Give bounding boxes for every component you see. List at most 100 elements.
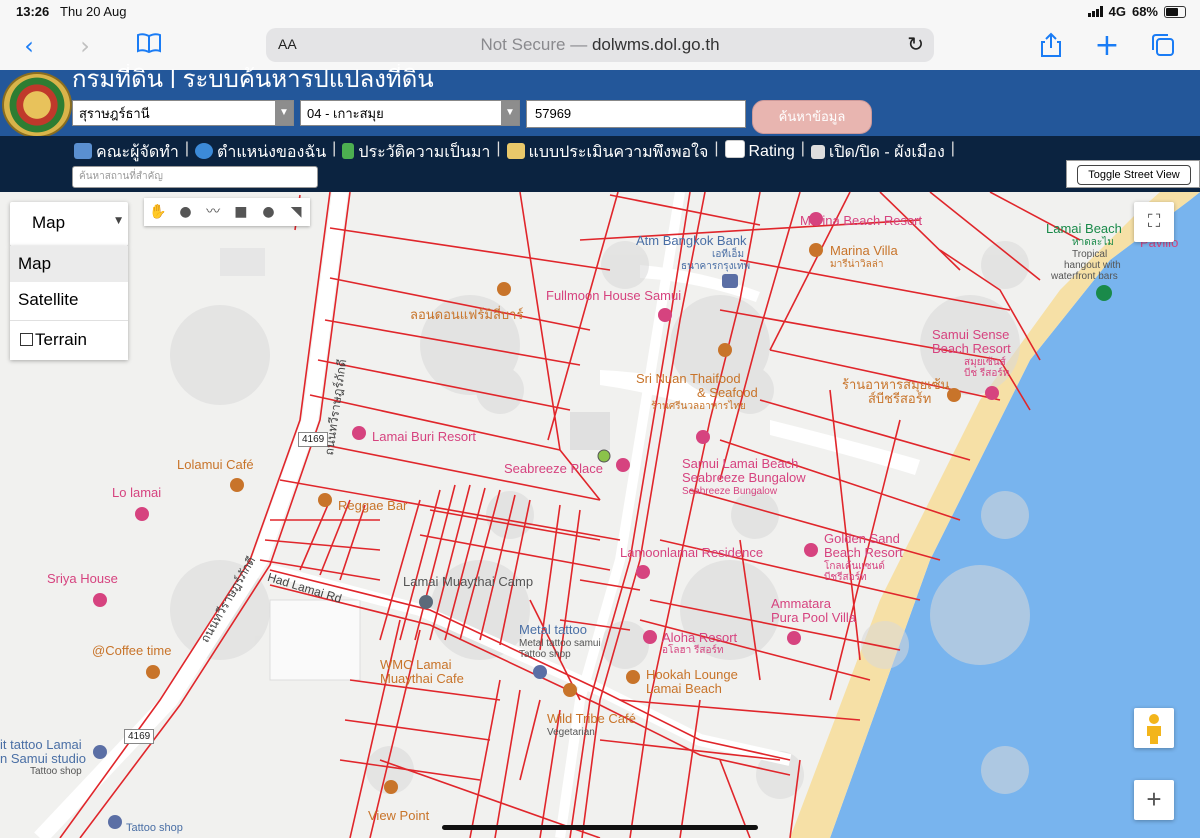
poi-lamoonlamai[interactable]: Lamoonlamai Residence bbox=[620, 546, 763, 560]
poi-marina-villa[interactable]: Marina Villa bbox=[830, 244, 898, 258]
poi-aloha[interactable]: Aloha Resort bbox=[662, 631, 737, 645]
caret-down-icon: ▼ bbox=[115, 216, 122, 226]
home-indicator bbox=[442, 825, 758, 830]
poi-golden-sand-th1: โกลเด้นแซนด์ bbox=[824, 561, 885, 572]
poi-samui-lamai-3: Seabreeze Bungalow bbox=[682, 486, 778, 497]
poi-golden-sand-2: Beach Resort bbox=[824, 545, 903, 560]
search-button[interactable]: ค้นหาข้อมูล bbox=[752, 100, 872, 134]
place-search-input[interactable]: ค้นหาสถานที่สำคัญ bbox=[72, 166, 318, 188]
poi-lo-lamai[interactable]: Lo lamai bbox=[112, 486, 161, 500]
poi-samui-sense-th1: สมุยเซ้นส์ bbox=[964, 357, 1006, 368]
poi-view-point[interactable]: View Point bbox=[368, 809, 429, 823]
reload-icon[interactable]: ↻ bbox=[907, 32, 924, 56]
status-bar: 13:26 Thu 20 Aug 4G 68% bbox=[0, 0, 1200, 24]
terrain-checkbox-icon[interactable] bbox=[20, 333, 33, 346]
poi-wild-tribe[interactable]: Wild Tribe Café bbox=[547, 712, 636, 726]
poi-tattoo-lamai-2: n Samui studio bbox=[0, 751, 86, 766]
poi-samui-sense-restaurant-th2: ส์บีชรีสอร์ท bbox=[868, 391, 932, 406]
poi-sri-nuan-th: ร้านศรีนวลอาหารไทย bbox=[651, 401, 746, 412]
nav-label: แบบประเมินความพึงพอใจ bbox=[528, 144, 709, 161]
poi-marina-villa-th: มารีน่าวิลล่า bbox=[830, 259, 884, 270]
province-select[interactable]: สุราษฎร์ธานี ▼ bbox=[72, 100, 294, 126]
marker-icon[interactable]: ● bbox=[172, 198, 200, 226]
poi-reggae-bar[interactable]: Reggae Bar bbox=[338, 499, 407, 513]
map-type-option-terrain[interactable]: Terrain bbox=[10, 322, 128, 358]
forward-icon[interactable]: › bbox=[70, 32, 100, 60]
poi-coffee-time[interactable]: @Coffee time bbox=[92, 644, 171, 658]
poi-tattoo-lamai-3: Tattoo shop bbox=[30, 766, 82, 777]
checkbox-icon[interactable] bbox=[810, 145, 825, 159]
hand-icon[interactable]: ✋ bbox=[144, 198, 172, 226]
map-type-menu: Map Satellite Terrain bbox=[10, 246, 128, 360]
back-icon[interactable]: ‹ bbox=[14, 32, 44, 60]
address-bar[interactable]: AA Not Secure — dolwms.dol.go.th ↻ bbox=[266, 28, 934, 62]
poi-golden-sand-1[interactable]: Golden Sand bbox=[824, 532, 900, 546]
survey-icon bbox=[506, 143, 525, 159]
circle-icon[interactable]: ● bbox=[255, 198, 283, 226]
poi-hookah-1[interactable]: Hookah Lounge bbox=[646, 668, 738, 682]
polygon-icon[interactable]: ◥ bbox=[282, 198, 310, 226]
map-canvas[interactable]: Marina Beach Resort Marina Villa มารีน่า… bbox=[0, 192, 1200, 838]
district-select[interactable]: 04 - เกาะสมุย ▼ bbox=[300, 100, 520, 126]
poi-lamai-beach-desc2: hangout with bbox=[1064, 260, 1121, 271]
globe-icon bbox=[194, 143, 213, 159]
new-tab-icon[interactable]: + bbox=[1092, 31, 1122, 61]
poi-atm[interactable]: Atm Bangkok Bank bbox=[636, 234, 747, 248]
nav-label: ประวัติความเป็นมา bbox=[358, 144, 491, 161]
poi-ammatara-2: Pura Pool Villa bbox=[771, 610, 857, 625]
sprout-icon bbox=[342, 143, 355, 159]
tabs-icon[interactable] bbox=[1148, 32, 1178, 64]
parcel-number-input[interactable]: 57969 bbox=[526, 100, 746, 128]
poi-samui-sense-restaurant-th1[interactable]: ร้านอาหารสมุยเซ้น bbox=[842, 378, 949, 392]
nav-item-survey[interactable]: แบบประเมินความพึงพอใจ bbox=[506, 140, 709, 165]
poi-lamai-buri[interactable]: Lamai Buri Resort bbox=[372, 430, 476, 444]
poi-sri-nuan-2: & Seafood bbox=[697, 385, 758, 400]
signal-icon bbox=[1087, 6, 1103, 17]
poi-wmc-1[interactable]: WMC Lamai bbox=[380, 658, 452, 672]
share-icon[interactable] bbox=[1036, 32, 1066, 64]
nav-item-history[interactable]: ประวัติความเป็นมา bbox=[342, 140, 490, 165]
poi-marina-beach[interactable]: Marina Beach Resort bbox=[800, 214, 922, 228]
chevron-down-icon: ▼ bbox=[501, 101, 519, 125]
road-4169-shield-bottom: 4169 bbox=[124, 729, 155, 744]
poi-muaythai-camp[interactable]: Lamai Muaythai Camp bbox=[403, 575, 533, 589]
nav-item-rating[interactable]: Rating bbox=[724, 140, 795, 165]
poi-lamai-beach-desc3: waterfront bars bbox=[1051, 271, 1118, 282]
poi-ammatara-1[interactable]: Ammatara bbox=[771, 597, 831, 611]
poi-lolamui[interactable]: Lolamui Café bbox=[177, 458, 254, 472]
poi-samui-sense-1[interactable]: Samui Sense bbox=[932, 328, 1009, 342]
poi-tattoo-shop[interactable]: Tattoo shop bbox=[126, 821, 183, 835]
poi-sri-nuan-1[interactable]: Sri Nuan Thaifood bbox=[636, 372, 741, 386]
bookmarks-icon[interactable] bbox=[134, 32, 164, 60]
poi-samui-lamai-1[interactable]: Samui Lamai Beach bbox=[682, 457, 798, 471]
status-right: 4G 68% bbox=[1087, 4, 1186, 19]
pegman-icon[interactable] bbox=[1134, 708, 1174, 748]
polyline-icon[interactable]: 〰 bbox=[199, 198, 227, 226]
poi-lamai-beach[interactable]: Lamai Beach bbox=[1046, 222, 1122, 236]
poi-fullmoon[interactable]: Fullmoon House Samui bbox=[546, 289, 681, 303]
rectangle-icon[interactable]: ■ bbox=[227, 198, 255, 226]
poi-seabreeze-place[interactable]: Seabreeze Place bbox=[504, 462, 603, 476]
poi-metal-tattoo[interactable]: Metal tattoo bbox=[519, 623, 587, 637]
battery-icon bbox=[1164, 5, 1186, 18]
nav-item-team[interactable]: คณะผู้จัดทำ bbox=[74, 140, 179, 165]
department-logo bbox=[2, 72, 72, 138]
poi-sriya-house[interactable]: Sriya House bbox=[47, 572, 118, 586]
terrain-label: Terrain bbox=[35, 330, 87, 349]
fullscreen-icon[interactable]: ⛶ bbox=[1134, 202, 1174, 242]
nav-item-zoning-toggle[interactable]: เปิด/ปิด - ผังเมือง bbox=[810, 140, 945, 165]
map-type-option-map[interactable]: Map bbox=[10, 246, 128, 282]
poi-samui-lamai-2: Seabreeze Bungalow bbox=[682, 470, 806, 485]
battery-label: 68% bbox=[1131, 4, 1158, 19]
nav-links: คณะผู้จัดทำ | ตำแหน่งของฉัน | ประวัติควา… bbox=[74, 140, 961, 165]
url-text: Not Secure — dolwms.dol.go.th bbox=[266, 35, 934, 55]
map-type-option-satellite[interactable]: Satellite bbox=[10, 282, 128, 318]
toggle-street-view-button[interactable]: Toggle Street View bbox=[1077, 165, 1191, 185]
nav-label: ตำแหน่งของฉัน bbox=[216, 144, 327, 161]
poi-tattoo-lamai-1[interactable]: it tattoo Lamai bbox=[0, 738, 82, 752]
map-type-dropdown[interactable]: Map ▼ bbox=[10, 202, 128, 246]
poi-london-bar[interactable]: ลอนดอนแฟร์มิลี่บาร์ bbox=[410, 308, 523, 322]
nav-item-my-location[interactable]: ตำแหน่งของฉัน bbox=[194, 140, 327, 165]
map-type-label: Map bbox=[32, 213, 66, 232]
zoom-in-button[interactable]: + bbox=[1134, 780, 1174, 820]
